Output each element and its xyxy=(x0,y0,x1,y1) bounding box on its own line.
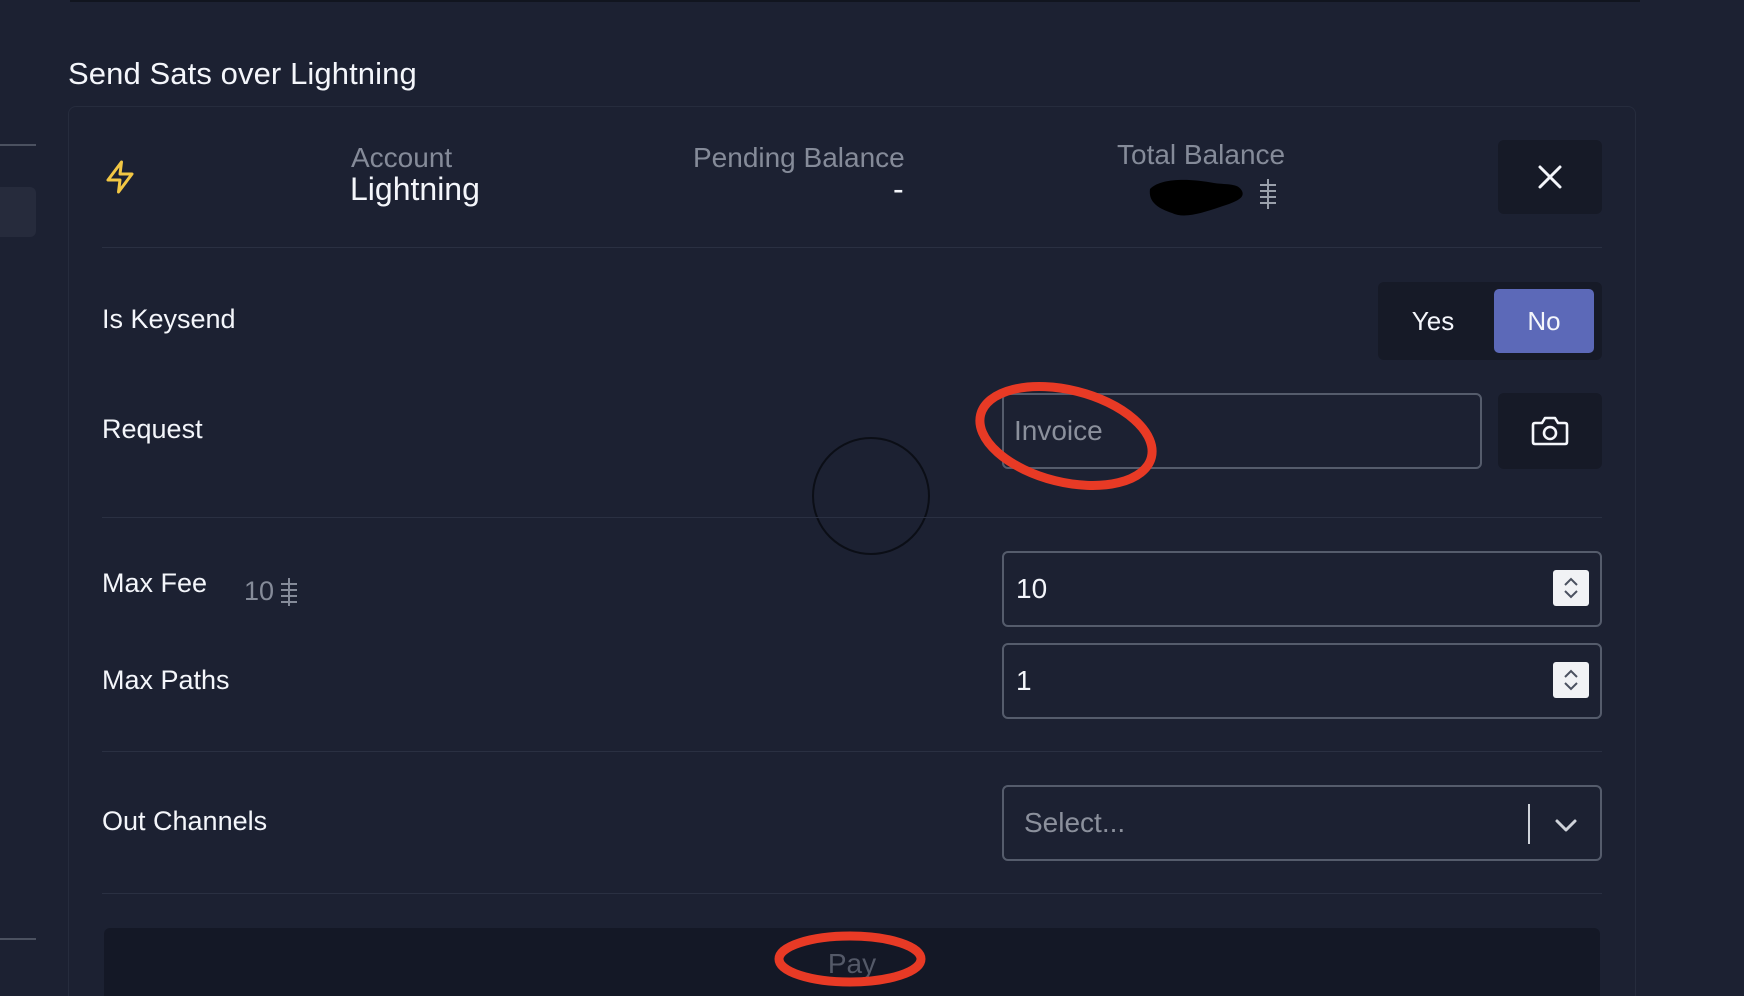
chevron-down-icon[interactable] xyxy=(1552,811,1580,839)
account-value: Lightning xyxy=(350,171,480,207)
keysend-toggle: Yes No xyxy=(1378,282,1602,360)
pending-balance-label: Pending Balance xyxy=(693,142,905,173)
divider xyxy=(102,247,1602,248)
divider xyxy=(102,893,1602,894)
total-balance-value xyxy=(1142,173,1282,225)
divider xyxy=(102,517,1602,518)
page: Send Sats over Lightning Account Lightni… xyxy=(0,0,1744,996)
max-fee-hint: 10 xyxy=(244,575,298,607)
pay-label: Pay xyxy=(827,948,877,979)
select-separator xyxy=(1528,804,1530,844)
cursor-indicator xyxy=(812,437,930,555)
top-border xyxy=(70,0,1640,2)
max-fee-stepper[interactable] xyxy=(1553,570,1589,606)
sats-icon xyxy=(281,578,298,606)
total-balance-label: Total Balance xyxy=(1117,139,1286,170)
sidebar-divider xyxy=(0,938,36,940)
camera-icon xyxy=(1531,416,1569,446)
max-paths-stepper[interactable] xyxy=(1553,662,1589,698)
max-paths-label: Max Paths xyxy=(102,665,230,695)
pay-button[interactable]: Pay xyxy=(104,928,1600,996)
max-fee-hint-value: 10 xyxy=(244,575,275,606)
account-label: Account xyxy=(351,142,453,173)
out-channels-label: Out Channels xyxy=(102,806,268,836)
close-icon xyxy=(1538,165,1562,189)
keysend-label: Is Keysend xyxy=(102,304,236,334)
scan-qr-button[interactable] xyxy=(1498,393,1602,469)
sidebar-divider xyxy=(0,144,36,146)
max-paths-input[interactable] xyxy=(1002,643,1602,719)
request-label: Request xyxy=(102,414,203,444)
select-placeholder: Select... xyxy=(1024,807,1126,838)
divider xyxy=(102,751,1602,752)
stepper-arrows-icon xyxy=(1564,669,1578,691)
section-title: Send Sats over Lightning xyxy=(68,56,417,91)
keysend-no-button[interactable]: No xyxy=(1494,289,1594,353)
pending-balance-value: - xyxy=(893,171,904,207)
close-button[interactable] xyxy=(1498,140,1602,214)
out-channels-select[interactable]: Select... xyxy=(1002,785,1602,861)
keysend-yes-button[interactable]: Yes xyxy=(1382,289,1484,353)
invoice-input[interactable] xyxy=(1002,393,1482,469)
max-fee-label: Max Fee xyxy=(102,568,208,598)
lightning-bolt-icon xyxy=(106,160,134,194)
max-fee-input[interactable] xyxy=(1002,551,1602,627)
stepper-arrows-icon xyxy=(1564,577,1578,599)
sidebar-tab[interactable] xyxy=(0,187,36,237)
